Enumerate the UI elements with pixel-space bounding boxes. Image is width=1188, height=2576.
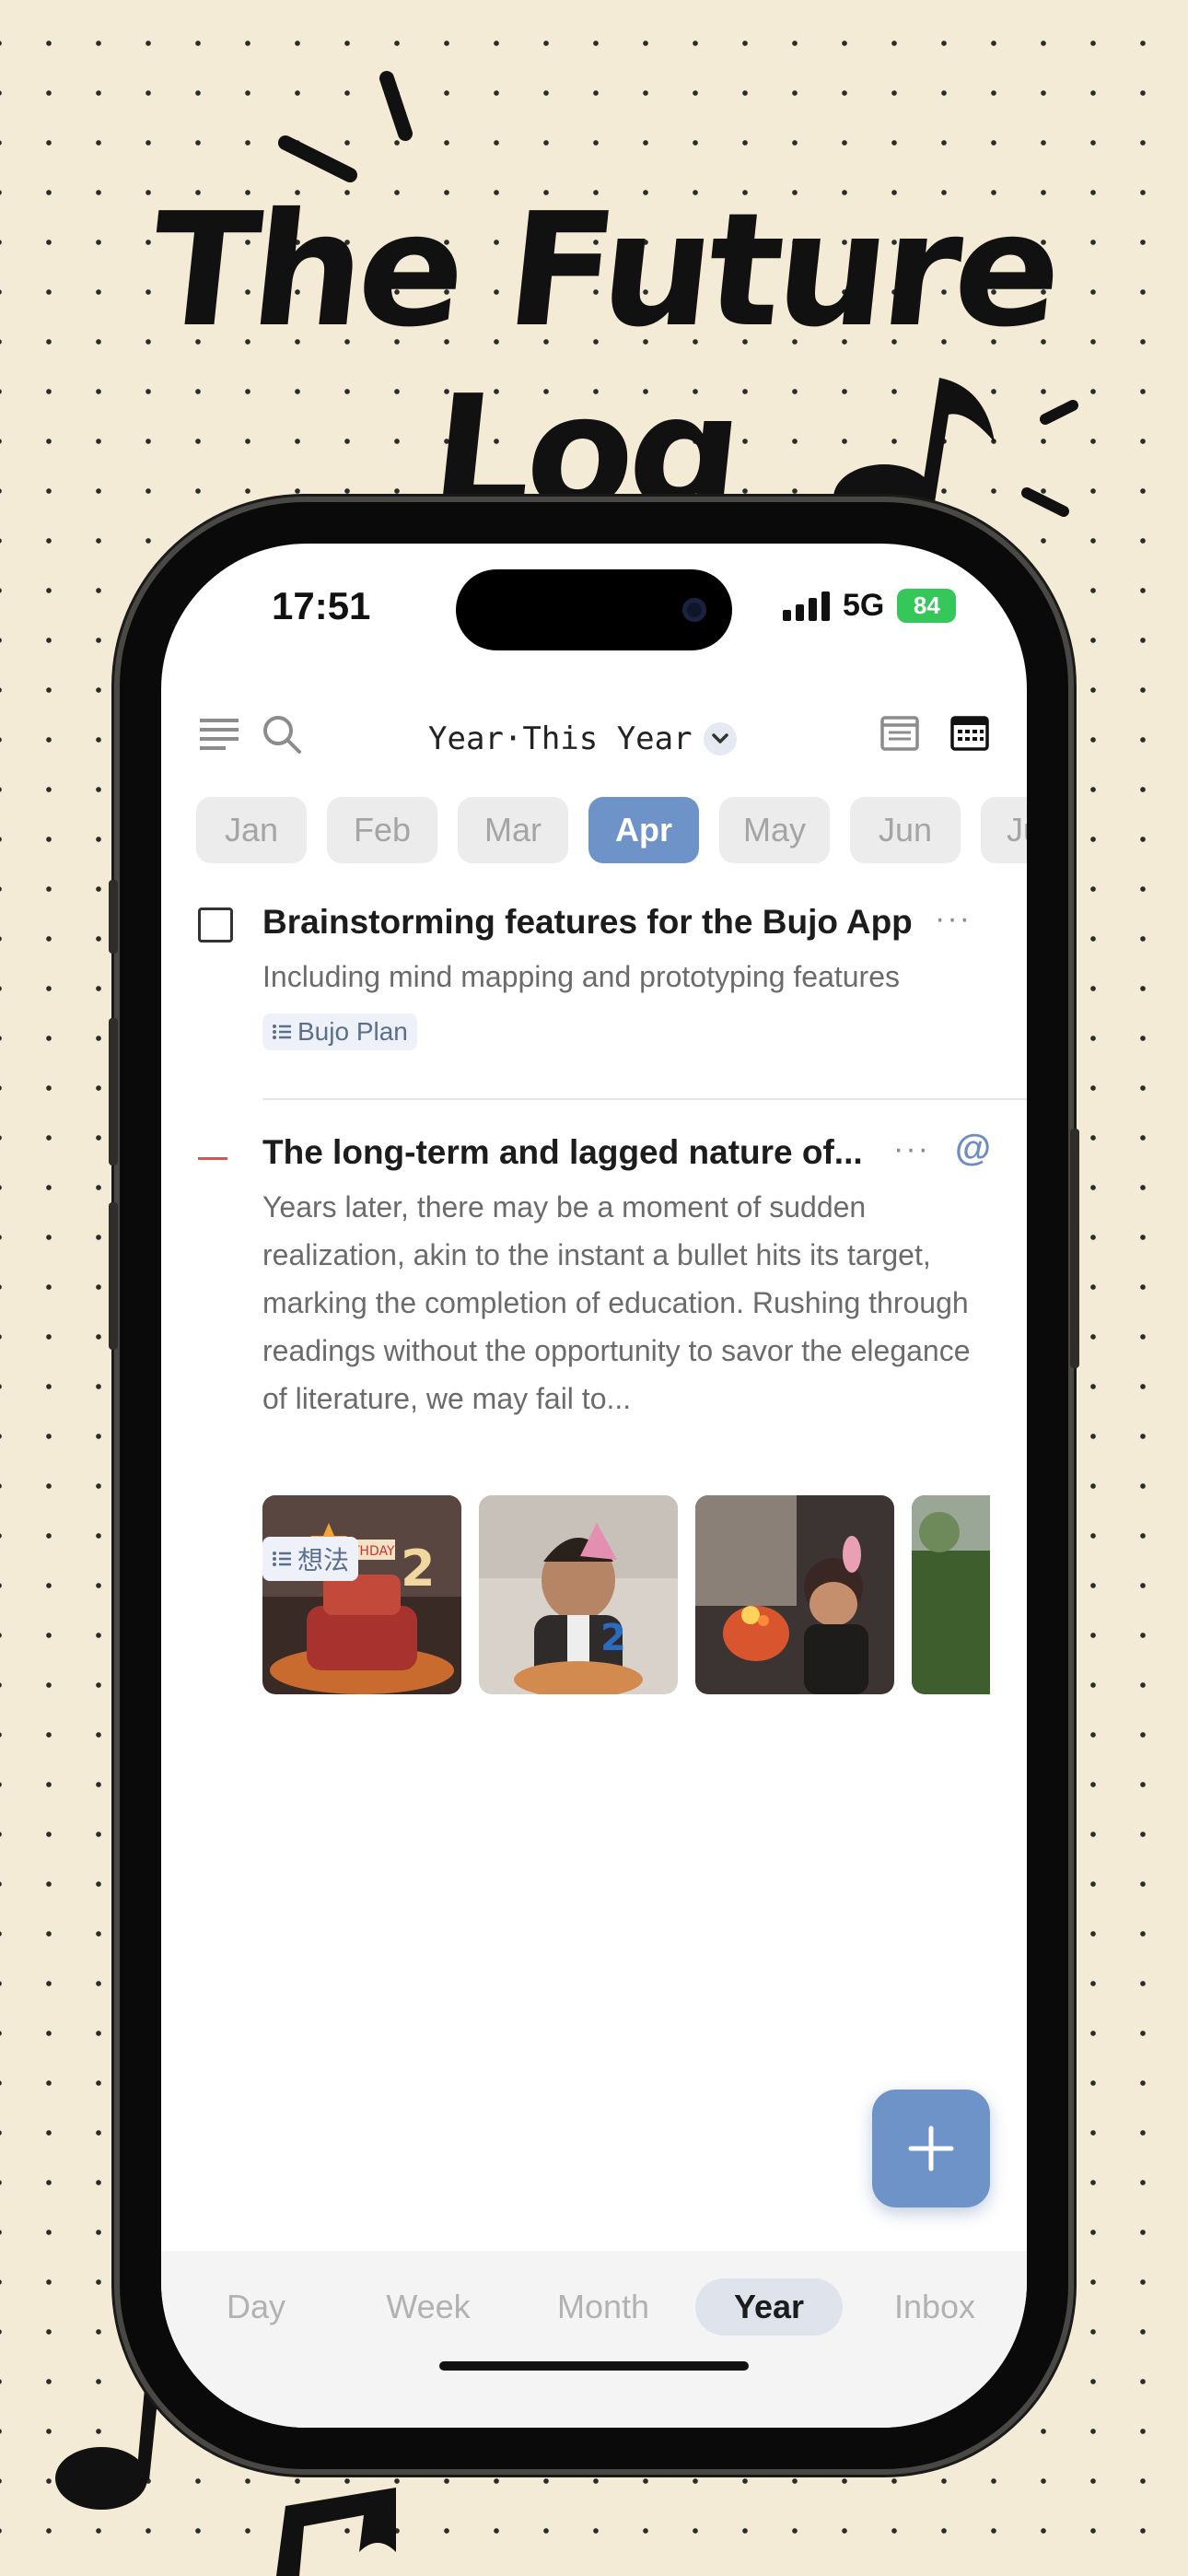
search-icon[interactable] (261, 713, 303, 755)
photo-toddler-party-hat[interactable]: 2 (479, 1495, 678, 1694)
collection-tag[interactable]: Bujo Plan (262, 1013, 417, 1050)
photo-strip: BIRTHDAY 2 2 (262, 1495, 990, 1694)
view-title: Year·This Year (428, 720, 693, 757)
bottom-tab-bar: Day Week Month Year Inbox (161, 2251, 1027, 2428)
month-chip-apr[interactable]: Apr (588, 797, 699, 863)
music-note-icon (276, 2488, 396, 2576)
collection-tag[interactable]: 想法 (262, 1537, 359, 1581)
tab-week[interactable]: Week (368, 2278, 488, 2336)
list-view-icon[interactable] (879, 713, 920, 754)
month-chip-may[interactable]: May (719, 797, 830, 863)
entry-description: Years later, there may be a moment of su… (262, 1190, 971, 1415)
list-icon (273, 1551, 291, 1566)
network-label: 5G (843, 588, 885, 623)
phone-frame: 17:51 5G 84 Year·This Year Jan Feb Mar A… (109, 502, 1079, 2469)
status-indicators: 5G 84 (783, 588, 957, 624)
tag-label: Bujo Plan (297, 1017, 408, 1046)
month-chip-jun[interactable]: Jun (850, 797, 961, 863)
svg-text:2: 2 (600, 1617, 626, 1659)
month-chip-mar[interactable]: Mar (458, 797, 568, 863)
month-selector: Jan Feb Mar Apr May Jun Jul (196, 797, 1027, 867)
power-button (1070, 1129, 1079, 1368)
signal-icon (783, 591, 830, 621)
entry-title: The long-term and lagged nature of... (262, 1133, 863, 1171)
more-options-icon[interactable]: ··· (935, 901, 972, 937)
calendar-icon[interactable] (949, 713, 990, 754)
tab-year[interactable]: Year (695, 2278, 843, 2336)
entry-title: Brainstorming features for the Bujo App (262, 903, 913, 941)
photo-birthday-cake[interactable]: BIRTHDAY 2 (262, 1495, 461, 1694)
mention-icon[interactable]: @ (955, 1128, 991, 1169)
entry-description: Including mind mapping and prototyping f… (262, 960, 900, 993)
dynamic-island (456, 569, 732, 650)
task-checkbox[interactable] (198, 907, 233, 943)
tab-inbox[interactable]: Inbox (875, 2278, 995, 2336)
entry-divider (262, 1098, 1027, 1100)
month-chip-jan[interactable]: Jan (196, 797, 307, 863)
action-button (109, 880, 118, 954)
photo-outdoor-grass[interactable] (912, 1495, 990, 1694)
add-entry-button[interactable] (872, 2090, 990, 2207)
list-icon (273, 1025, 291, 1039)
home-indicator[interactable] (439, 2361, 749, 2371)
svg-text:2: 2 (401, 1540, 436, 1598)
volume-up-button (109, 1018, 118, 1165)
sparkle-decoration (278, 71, 413, 182)
tab-month[interactable]: Month (534, 2278, 672, 2336)
menu-icon[interactable] (198, 713, 240, 755)
battery-icon: 84 (897, 589, 957, 623)
app-screen: 17:51 5G 84 Year·This Year Jan Feb Mar A… (161, 544, 1027, 2428)
tag-label: 想法 (297, 1546, 350, 1575)
plus-icon (908, 2125, 954, 2172)
chevron-down-icon (703, 722, 737, 755)
tab-day[interactable]: Day (205, 2278, 307, 2336)
more-options-icon[interactable]: ··· (893, 1131, 930, 1167)
camera-icon (682, 598, 706, 622)
month-chip-feb[interactable]: Feb (327, 797, 437, 863)
migrated-dash-icon (198, 1157, 227, 1160)
photo-blowing-candles[interactable] (695, 1495, 894, 1694)
view-selector[interactable]: Year·This Year (428, 720, 737, 757)
status-time: 17:51 (272, 584, 371, 627)
month-chip-jul[interactable]: Jul (981, 797, 1027, 863)
top-toolbar: Year·This Year (161, 700, 1027, 774)
volume-down-button (109, 1202, 118, 1350)
